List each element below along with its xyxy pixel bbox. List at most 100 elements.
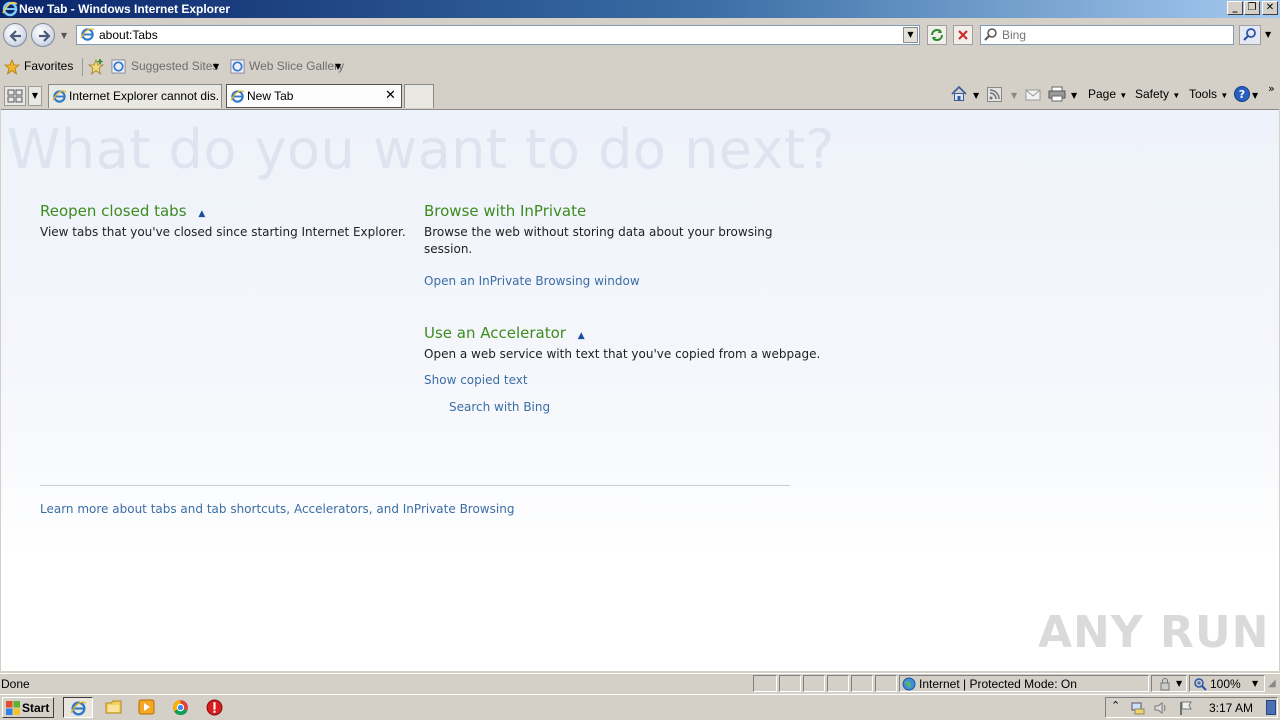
network-icon[interactable] bbox=[1130, 700, 1146, 716]
search-box[interactable] bbox=[980, 25, 1234, 45]
address-bar[interactable]: ▼ bbox=[76, 25, 920, 45]
show-desktop-button[interactable] bbox=[1266, 700, 1276, 715]
taskbar-chrome-button[interactable] bbox=[172, 699, 189, 719]
home-button[interactable] bbox=[950, 85, 968, 106]
status-cell bbox=[875, 675, 897, 692]
reopen-closed-tabs-title[interactable]: Reopen closed tabs bbox=[40, 202, 187, 220]
search-magnifier-icon bbox=[984, 27, 998, 44]
back-button[interactable] bbox=[3, 23, 27, 47]
favorites-label: Favorites bbox=[24, 59, 74, 73]
resize-grip-icon[interactable]: ◢ bbox=[1268, 678, 1276, 689]
suggested-sites-ie-icon bbox=[111, 59, 126, 74]
favorites-star-icon bbox=[4, 59, 20, 75]
stop-button[interactable] bbox=[953, 25, 973, 45]
taskbar-antivirus-button[interactable] bbox=[206, 699, 223, 719]
help-chevron-icon[interactable]: ▼ bbox=[1252, 91, 1258, 100]
zoom-cell[interactable]: 100% ▼ bbox=[1189, 675, 1265, 692]
tools-menu-label: Tools bbox=[1189, 87, 1218, 101]
tab-close-icon[interactable]: ✕ bbox=[385, 88, 396, 103]
status-cell bbox=[779, 675, 801, 692]
status-cell bbox=[753, 675, 777, 692]
print-button[interactable] bbox=[1048, 86, 1066, 105]
tools-menu[interactable]: Tools ▼ bbox=[1189, 87, 1228, 101]
window-title: New Tab - Windows Internet Explorer bbox=[19, 2, 231, 16]
windows-logo-icon bbox=[6, 701, 20, 715]
tab-ie-icon bbox=[230, 89, 245, 107]
security-zone-text: Internet | Protected Mode: On bbox=[919, 677, 1077, 691]
media-player-icon bbox=[138, 699, 155, 715]
feeds-button[interactable] bbox=[987, 87, 1002, 105]
zoom-level: 100% bbox=[1210, 677, 1241, 691]
quick-tabs-button[interactable] bbox=[4, 86, 26, 106]
search-button[interactable] bbox=[1239, 25, 1261, 45]
taskbar-ie-button[interactable] bbox=[63, 697, 93, 718]
search-input[interactable] bbox=[1002, 26, 1227, 44]
volume-icon[interactable] bbox=[1153, 700, 1169, 716]
accelerator-title[interactable]: Use an Accelerator bbox=[424, 324, 566, 342]
tab-ie-icon bbox=[52, 89, 67, 107]
page-menu[interactable]: Page ▼ bbox=[1088, 87, 1127, 101]
watermark-logo: ANY RUN bbox=[1038, 607, 1270, 658]
read-mail-button[interactable] bbox=[1025, 88, 1041, 105]
home-icon bbox=[951, 85, 967, 101]
collapse-caret-icon[interactable]: ▲ bbox=[198, 209, 205, 219]
home-chevron-icon[interactable]: ▼ bbox=[973, 91, 979, 100]
restore-button[interactable]: ❐ bbox=[1244, 1, 1260, 15]
accelerator-text: Open a web service with text that you've… bbox=[424, 347, 821, 361]
print-chevron-icon[interactable]: ▼ bbox=[1071, 91, 1077, 100]
start-button[interactable]: Start bbox=[2, 697, 54, 718]
close-button[interactable]: ✕ bbox=[1262, 1, 1278, 15]
clock[interactable]: 3:17 AM bbox=[1209, 701, 1253, 715]
address-dropdown-button[interactable]: ▼ bbox=[903, 27, 918, 43]
tab-new-tab[interactable]: New Tab ✕ bbox=[226, 84, 402, 108]
forward-button[interactable] bbox=[31, 23, 55, 47]
web-slice-gallery-chevron-icon: ▼ bbox=[335, 62, 342, 71]
help-button[interactable]: ? bbox=[1233, 85, 1251, 106]
show-copied-text-link[interactable]: Show copied text bbox=[424, 373, 824, 387]
favorites-separator bbox=[82, 58, 83, 76]
show-hidden-icons-icon[interactable]: ⌃ bbox=[1111, 699, 1120, 712]
search-with-bing-link[interactable]: Search with Bing bbox=[449, 400, 824, 414]
command-bar-overflow-icon[interactable]: » bbox=[1268, 82, 1275, 95]
tab-list-button[interactable]: ▼ bbox=[28, 86, 42, 106]
refresh-icon bbox=[931, 29, 943, 41]
feeds-chevron-icon[interactable]: ▼ bbox=[1011, 91, 1017, 100]
rss-feed-icon bbox=[987, 87, 1002, 102]
web-slice-gallery-label: Web Slice Gallery bbox=[249, 59, 345, 73]
learn-more-link[interactable]: Learn more about tabs and tab shortcuts,… bbox=[40, 502, 514, 516]
accelerator-section: Use an Accelerator ▲ Open a web service … bbox=[424, 324, 824, 414]
refresh-button[interactable] bbox=[927, 25, 947, 45]
stop-x-icon bbox=[958, 30, 968, 40]
web-slice-ie-icon bbox=[230, 59, 245, 74]
address-input[interactable] bbox=[99, 26, 899, 44]
favorites-button[interactable]: Favorites bbox=[4, 58, 78, 76]
minimize-button[interactable]: _ bbox=[1227, 1, 1243, 15]
action-center-flag-icon[interactable] bbox=[1178, 700, 1194, 716]
search-options-chevron-icon[interactable]: ▼ bbox=[1265, 30, 1271, 39]
taskbar-explorer-button[interactable] bbox=[105, 699, 122, 718]
recent-pages-chevron-icon[interactable]: ▼ bbox=[61, 31, 67, 40]
lock-icon bbox=[1160, 678, 1170, 691]
tab-ie-cannot-display[interactable]: Internet Explorer cannot dis... bbox=[48, 84, 222, 108]
safety-menu[interactable]: Safety ▼ bbox=[1135, 87, 1180, 101]
inprivate-title: Browse with InPrivate bbox=[424, 202, 587, 220]
collapse-caret-icon[interactable]: ▲ bbox=[578, 331, 585, 341]
protected-mode-cell[interactable]: ▼ bbox=[1151, 675, 1187, 692]
taskbar-media-player-button[interactable] bbox=[138, 699, 155, 718]
security-zone-cell[interactable]: Internet | Protected Mode: On bbox=[899, 675, 1149, 692]
zoom-magnifier-icon bbox=[1194, 678, 1207, 691]
help-question-icon: ? bbox=[1234, 86, 1250, 102]
status-cell bbox=[827, 675, 849, 692]
reopen-closed-tabs-section: Reopen closed tabs ▲ View tabs that you'… bbox=[40, 202, 410, 241]
suggested-sites-button[interactable]: Suggested Sites ▼ bbox=[111, 58, 223, 76]
new-tab-button[interactable] bbox=[404, 84, 434, 108]
quick-tabs-grid-icon bbox=[7, 89, 23, 103]
safety-menu-chevron-icon: ▼ bbox=[1172, 91, 1181, 100]
page-menu-chevron-icon: ▼ bbox=[1119, 91, 1128, 100]
open-inprivate-link[interactable]: Open an InPrivate Browsing window bbox=[424, 274, 794, 288]
web-slice-gallery-button[interactable]: Web Slice Gallery ▼ bbox=[230, 58, 348, 76]
stop-sign-icon bbox=[206, 699, 223, 716]
inprivate-section: Browse with InPrivate Browse the web wit… bbox=[424, 202, 794, 288]
taskbar: Start ⌃ 3:17 AM bbox=[0, 694, 1280, 720]
add-to-favorites-bar-button[interactable] bbox=[87, 58, 105, 79]
